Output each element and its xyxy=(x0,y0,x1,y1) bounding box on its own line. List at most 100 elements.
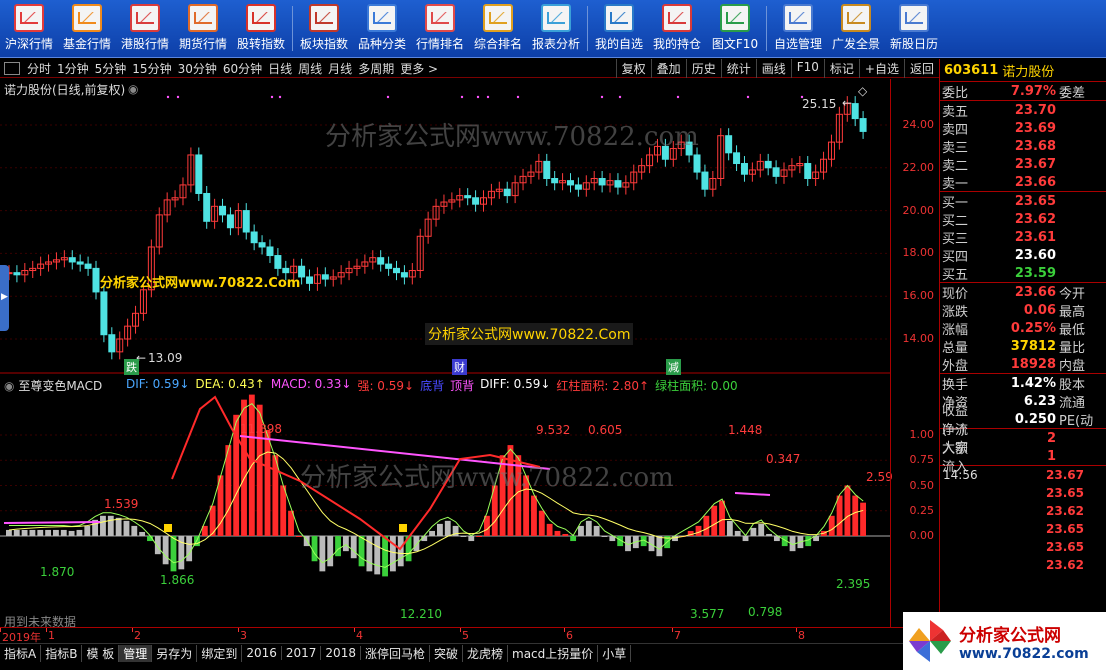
panel-toggle-icon[interactable] xyxy=(4,61,20,75)
period-6[interactable]: 日线 xyxy=(265,60,295,77)
toolbar-button-1[interactable]: 基金行情 xyxy=(58,0,116,57)
indicator-tab[interactable]: 模 板 xyxy=(82,644,120,662)
indicator-tab[interactable]: 2017 xyxy=(282,646,322,660)
period-2[interactable]: 5分钟 xyxy=(92,60,130,77)
chart-tool-0[interactable]: 复权 xyxy=(615,59,651,78)
stat-row: 总量 37812 量比 xyxy=(940,337,1106,356)
macd-bar xyxy=(429,530,435,536)
chart-settings-icon[interactable]: ◉ xyxy=(128,82,138,96)
period-0[interactable]: 分时 xyxy=(24,60,54,77)
indicator-tab[interactable]: 管理 xyxy=(119,644,153,662)
macd-bar xyxy=(29,529,36,536)
toolbar-button-3[interactable]: 期货行情 xyxy=(174,0,232,57)
toolbar-button-0[interactable]: 沪深行情 xyxy=(0,0,58,57)
period-8[interactable]: 月线 xyxy=(325,60,355,77)
chart-tool-4[interactable]: 画线 xyxy=(755,59,791,78)
signal-dot xyxy=(516,95,520,99)
candle-down xyxy=(859,118,867,132)
sell-row-value: 23.70 xyxy=(1014,102,1056,118)
indicator-tab[interactable]: 2018 xyxy=(321,646,361,660)
period-1[interactable]: 1分钟 xyxy=(54,60,92,77)
toolbar-button-8[interactable]: 综合排名 xyxy=(469,0,527,57)
chart-tool-7[interactable]: +自选 xyxy=(858,59,904,78)
period-3[interactable]: 15分钟 xyxy=(129,60,174,77)
signal-dot xyxy=(476,95,480,99)
stat-row: 换手 1.42% 股本 xyxy=(940,374,1106,393)
chart-tool-8[interactable]: 返回 xyxy=(903,59,939,78)
indicator-tab[interactable]: 小草 xyxy=(598,644,632,662)
toolbar-button-6[interactable]: 品种分类 xyxy=(353,0,411,57)
macd-bar xyxy=(327,536,334,567)
toolbar-button-15[interactable]: 新股日历 xyxy=(885,0,943,57)
indicator-tab[interactable]: 指标A xyxy=(0,644,42,662)
buy-row-label: 买五 xyxy=(942,267,969,283)
toolbar-button-4[interactable]: 股转指数 xyxy=(232,0,290,57)
stat-row: 现价 23.66 今开 xyxy=(940,283,1106,302)
pinwheel-logo-icon xyxy=(909,620,951,662)
toolbar-button-11[interactable]: 我的持仓 xyxy=(648,0,706,57)
candle-down xyxy=(851,103,859,120)
toolbar-button-7[interactable]: 行情排名 xyxy=(411,0,469,57)
indicator-tab[interactable]: 龙虎榜 xyxy=(463,644,509,662)
macd-tick-label: 0.00 xyxy=(909,529,935,542)
toolbar-label: 我的自选 xyxy=(594,37,643,51)
toolbar-button-5[interactable]: 板块指数 xyxy=(295,0,353,57)
macd-bar xyxy=(593,525,600,536)
sector-icon xyxy=(309,4,339,32)
macd-bar xyxy=(726,520,733,536)
chart-tool-6[interactable]: 标记 xyxy=(823,59,859,78)
period-5[interactable]: 60分钟 xyxy=(220,60,265,77)
macd-legend-item: 底背 xyxy=(420,379,445,393)
expand-arrow-icon[interactable]: ▶ xyxy=(1,292,8,302)
stat-row-value: 0.25% xyxy=(1010,320,1056,336)
stat-row-label2: 股本 xyxy=(1059,377,1086,393)
indicator-tab[interactable]: 涨停回马枪 xyxy=(361,644,430,662)
indicator-tab[interactable]: 绑定到 xyxy=(197,644,243,662)
toolbar-button-13[interactable]: 自选管理 xyxy=(769,0,827,57)
indicator-tab[interactable]: 另存为 xyxy=(152,644,198,662)
chart-tool-3[interactable]: 统计 xyxy=(720,59,756,78)
event-marker[interactable]: 财 xyxy=(452,359,467,375)
toolbar-button-9[interactable]: 报表分析 xyxy=(527,0,585,57)
indicator-tab[interactable]: 2016 xyxy=(242,646,282,660)
indicator-tab[interactable]: 突破 xyxy=(430,644,463,662)
period-4[interactable]: 30分钟 xyxy=(175,60,220,77)
macd-bar xyxy=(186,536,193,562)
golden-cross-marker xyxy=(164,524,172,532)
flow-row-value: 1 xyxy=(1046,448,1056,464)
macd-bar xyxy=(358,536,365,567)
indicator-tab[interactable]: macd上拐量价 xyxy=(508,644,599,662)
event-marker[interactable]: 跌 xyxy=(124,359,139,375)
toolbar-button-14[interactable]: 广发全景 xyxy=(827,0,885,57)
macd-legend-item: 红柱面积: 2.80↑ xyxy=(556,379,650,393)
event-marker[interactable]: 减 xyxy=(666,359,681,375)
date-tick-label: 7 xyxy=(674,629,681,642)
stat-row-label2: PE(动 xyxy=(1059,413,1094,429)
macd-bar xyxy=(374,536,381,575)
period-7[interactable]: 周线 xyxy=(295,60,325,77)
macd-tick-label: 0.25 xyxy=(909,503,935,517)
period-10[interactable]: 更多 > xyxy=(397,60,441,77)
tick-price: 23.65 xyxy=(1046,486,1084,500)
macd-bar xyxy=(601,536,608,537)
indicator-tab[interactable]: 指标B xyxy=(41,644,83,662)
date-tick-label: 5 xyxy=(462,629,469,642)
calendar-icon xyxy=(899,4,929,32)
stat-row-value: 0.250 xyxy=(1014,411,1056,427)
macd-bar xyxy=(382,536,388,577)
tick-price: 23.65 xyxy=(1046,522,1084,536)
toolbar-button-2[interactable]: 港股行情 xyxy=(116,0,174,57)
macd-bar xyxy=(531,495,537,536)
macd-settings-icon[interactable]: ◉ xyxy=(4,379,14,393)
period-9[interactable]: 多周期 xyxy=(355,60,397,77)
chart-tool-1[interactable]: 叠加 xyxy=(650,59,686,78)
macd-annotation: 0.798 xyxy=(748,605,783,619)
toolbar-label: 广发全景 xyxy=(831,37,880,51)
macd-tick-label: 0.75 xyxy=(909,453,935,467)
candle-down xyxy=(274,255,282,269)
toolbar-button-12[interactable]: 图文F10 xyxy=(706,0,764,57)
chart-tool-5[interactable]: F10 xyxy=(790,59,824,78)
toolbar-button-10[interactable]: 我的自选 xyxy=(590,0,648,57)
chart-tool-2[interactable]: 历史 xyxy=(685,59,721,78)
chart-area[interactable]: 诺力股份(日线,前复权) ◉ 分析家公式网www.70822.com 分析家公式… xyxy=(0,79,893,629)
